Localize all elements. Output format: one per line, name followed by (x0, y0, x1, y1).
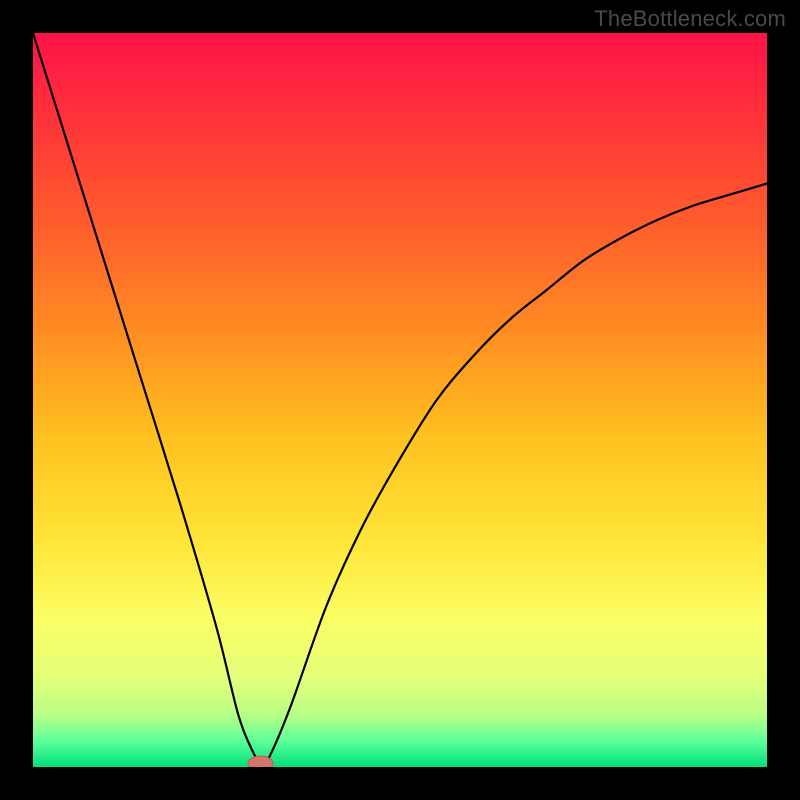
minimum-marker (248, 756, 273, 767)
plot-area (33, 33, 767, 767)
chart-svg (33, 33, 767, 767)
gradient-background (33, 33, 767, 767)
chart-frame: TheBottleneck.com (0, 0, 800, 800)
watermark-text: TheBottleneck.com (594, 6, 786, 32)
